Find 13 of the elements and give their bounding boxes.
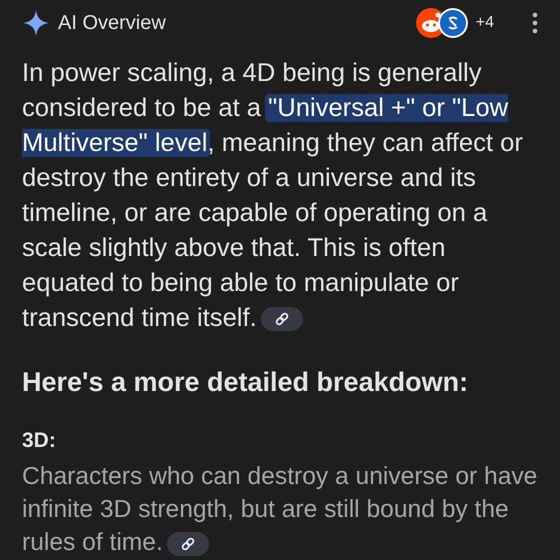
link-button[interactable] [260,307,303,332]
section-title: AI Overview [58,11,166,36]
summary-paragraph: In power scaling, a 4D being is generally considered to be at a "Universal +" or "Low Multiverse" level, meaning they can affect or destroy the entirety of a universe and its timeline, or are capable of operating on a scale slightly above that. This is often equated to being able to manipulate or transcend time itself. [22,58,524,334]
more-options-icon[interactable] [530,12,540,34]
link-icon [274,311,290,328]
sparkle-icon [22,9,50,37]
link-icon [180,536,196,552]
section-text: Characters who can destroy a universe or have infinite 3D strength, but are still bound by the rules of time. [22,462,538,558]
section-heading: 3D: [22,428,57,454]
subheading: Here's a more detailed breakdown: [22,366,470,399]
source-avatar-icon[interactable] [438,8,468,38]
link-button[interactable] [166,532,209,556]
source-count[interactable]: +4 [476,11,494,35]
